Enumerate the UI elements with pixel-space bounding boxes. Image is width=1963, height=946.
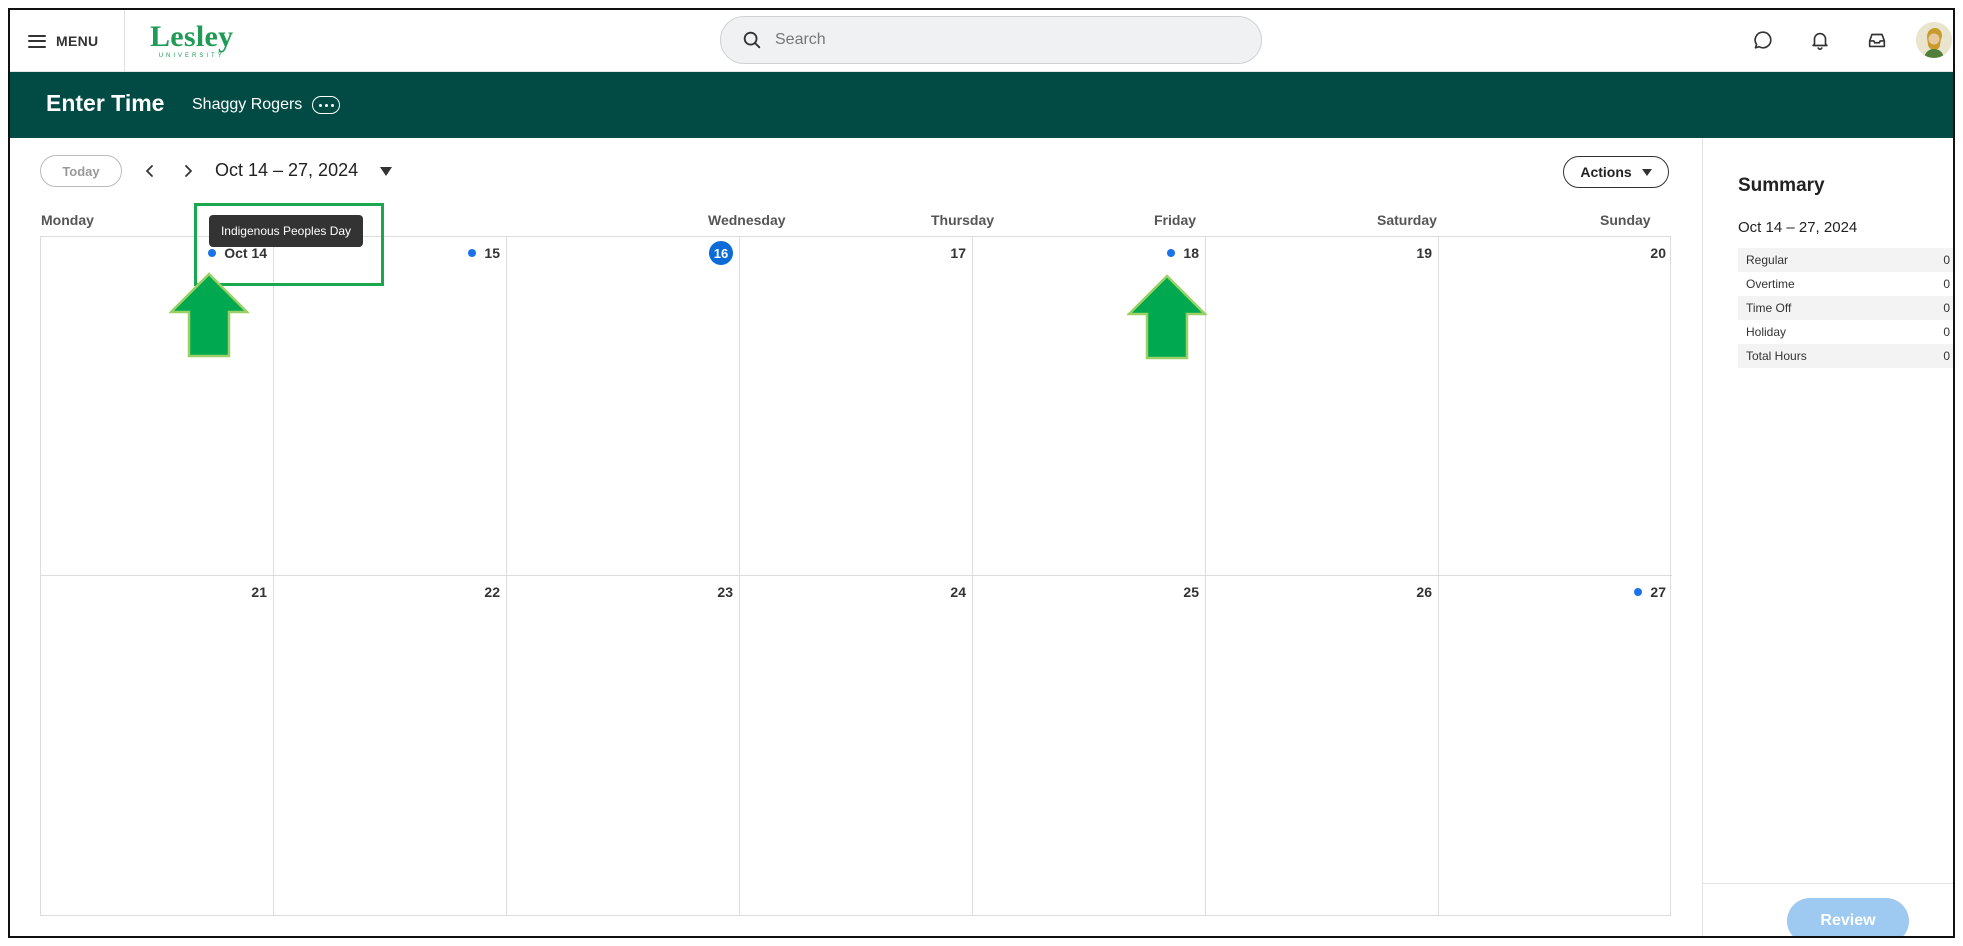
day-date: 27 [1634,584,1666,600]
summary-row: Time Off 0 [1738,296,1953,320]
day-header-sunday: Sunday [1600,212,1651,228]
search-bar[interactable] [720,16,1262,64]
app-frame: MENU Lesley UNIVERSITY Search Enter Time… [8,8,1955,938]
menu-button[interactable]: MENU [18,24,108,58]
calendar-day-cell[interactable]: 21 [41,576,274,915]
calendar-day-cell[interactable]: 16 [507,237,740,576]
summary-table: Regular 0 Overtime 0 Time Off 0 Holiday 0 To… [1738,248,1953,368]
calendar-day-cell[interactable]: 26 [1206,576,1439,915]
menu-label: MENU [56,33,99,49]
date-range-label[interactable]: Oct 14 – 27, 2024 [215,160,358,181]
inbox-button[interactable] [1863,26,1891,54]
lesley-logo[interactable]: Lesley UNIVERSITY [150,20,234,60]
calendar-day-cell[interactable]: 20 [1439,237,1672,576]
calendar-grid: Oct 14 15 16 17 18 19 20 21 22 23 24 25 … [40,236,1672,916]
caret-down-icon [1641,168,1652,176]
chat-button[interactable] [1749,26,1777,54]
calendar-day-cell[interactable]: 25 [973,576,1206,915]
search-icon [743,31,761,49]
bell-icon [1812,32,1828,50]
today-button[interactable]: Today [40,155,122,187]
day-date: 19 [1416,245,1432,261]
day-date: 16 [709,241,733,265]
day-header-saturday: Saturday [1377,212,1437,228]
day-header-friday: Friday [1154,212,1197,228]
day-date: 22 [484,584,500,600]
calendar-day-cell[interactable]: 23 [507,576,740,915]
hamburger-icon [28,34,46,48]
day-date: 21 [251,584,267,600]
day-date: 25 [1183,584,1199,600]
next-period-button[interactable] [177,160,199,182]
summary-row: Regular 0 [1738,248,1953,272]
summary-date-range: Oct 14 – 27, 2024 [1738,219,1858,236]
day-date: 15 [468,245,500,261]
actions-button[interactable]: Actions [1563,156,1669,188]
top-bar: MENU Lesley UNIVERSITY [10,10,1953,72]
calendar-day-cell[interactable]: 22 [274,576,507,915]
event-dot-icon [1167,249,1176,257]
day-date: 18 [1167,245,1199,261]
actions-label: Actions [1580,164,1632,180]
page-header: Enter Time Shaggy Rogers [10,72,1953,138]
logo-wordmark: Lesley [150,20,234,53]
day-date: 24 [950,584,966,600]
more-dots-icon [318,103,322,107]
calendar-day-cell[interactable]: 24 [740,576,973,915]
inbox-icon [1868,33,1886,48]
logo-subtext: UNIVERSITY [158,53,225,59]
day-date: 23 [717,584,733,600]
date-range-dropdown-icon[interactable] [380,167,392,176]
summary-title: Summary [1738,175,1825,196]
related-actions-button[interactable] [312,96,340,114]
annotation-arrow-icon [1127,274,1207,360]
calendar-day-cell[interactable]: 19 [1206,237,1439,576]
event-dot-icon [468,249,477,257]
chevron-right-icon [185,165,192,177]
day-date: 17 [950,245,966,261]
chevron-left-icon [146,165,153,177]
worker-name[interactable]: Shaggy Rogers [192,96,302,114]
summary-row: Overtime 0 [1746,277,1950,291]
calendar-day-cell[interactable]: 27 [1439,576,1672,915]
summary-row: Holiday 0 [1746,325,1950,339]
day-header-monday: Monday [41,212,94,228]
search-input[interactable] [775,31,1215,49]
today-marker: 16 [709,241,733,265]
topbar-divider [124,10,125,72]
event-dot-icon [1634,588,1643,596]
calendar-day-cell[interactable]: 17 [740,237,973,576]
review-button[interactable]: Review [1787,898,1909,936]
previous-period-button[interactable] [139,160,161,182]
user-avatar-icon [1916,22,1952,58]
page-title: Enter Time [46,90,165,116]
summary-row: Total Hours 0 [1738,344,1953,368]
day-date: 26 [1416,584,1432,600]
avatar[interactable] [1916,22,1952,58]
day-date: 20 [1650,245,1666,261]
chat-icon [1754,31,1772,49]
calendar-day-cell[interactable]: 15 [274,237,507,576]
annotation-arrow-icon [169,272,249,358]
holiday-tooltip: Indigenous Peoples Day [209,215,363,247]
day-header-wednesday: Wednesday [708,212,786,228]
notifications-button[interactable] [1806,26,1834,54]
day-header-thursday: Thursday [931,212,995,228]
